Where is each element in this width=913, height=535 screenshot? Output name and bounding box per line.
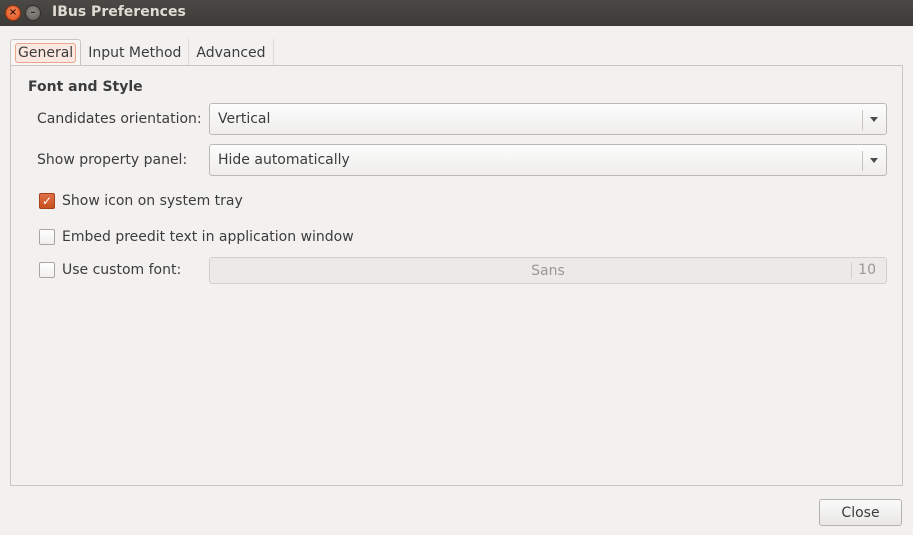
show-icon-tray-checkbox[interactable]: ✓	[39, 193, 55, 209]
candidates-orientation-value: Vertical	[218, 111, 271, 127]
font-chooser-button[interactable]: Sans 10	[209, 257, 887, 284]
embed-preedit-checkbox[interactable]	[39, 229, 55, 245]
window-minimize-icon[interactable]: –	[25, 5, 41, 21]
tab-advanced[interactable]: Advanced	[189, 39, 274, 66]
chevron-down-icon	[870, 158, 878, 163]
font-size-separator	[851, 262, 852, 279]
property-panel-combo[interactable]: Hide automatically	[209, 144, 887, 176]
checkmark-icon: ✓	[41, 194, 53, 208]
show-icon-tray-label: Show icon on system tray	[62, 193, 243, 209]
tab-input-method[interactable]: Input Method	[81, 39, 190, 66]
custom-font-option[interactable]: Use custom font:	[39, 262, 181, 278]
chevron-down-icon	[870, 117, 878, 122]
section-title: Font and Style	[28, 79, 143, 95]
font-size: 10	[858, 262, 876, 278]
close-button[interactable]: Close	[819, 499, 902, 526]
show-icon-tray-option[interactable]: ✓ Show icon on system tray	[39, 193, 243, 209]
combo-separator	[862, 110, 863, 130]
tab-general-label: General	[15, 43, 77, 63]
window-title: IBus Preferences	[52, 4, 186, 20]
tab-bar: General Input Method Advanced	[10, 39, 274, 66]
window-close-icon[interactable]: ×	[5, 5, 21, 21]
tab-input-method-label: Input Method	[88, 44, 182, 61]
property-panel-label: Show property panel:	[37, 152, 188, 168]
title-bar: × – IBus Preferences	[0, 0, 913, 26]
font-name: Sans	[531, 262, 565, 279]
property-panel-value: Hide automatically	[218, 152, 350, 168]
candidates-orientation-combo[interactable]: Vertical	[209, 103, 887, 135]
candidates-orientation-label: Candidates orientation:	[37, 111, 202, 127]
custom-font-checkbox[interactable]	[39, 262, 55, 278]
tab-advanced-label: Advanced	[196, 44, 266, 61]
tab-general[interactable]: General	[10, 39, 82, 66]
combo-separator	[862, 151, 863, 171]
custom-font-label: Use custom font:	[62, 262, 182, 278]
embed-preedit-option[interactable]: Embed preedit text in application window	[39, 229, 354, 245]
embed-preedit-label: Embed preedit text in application window	[62, 229, 354, 245]
